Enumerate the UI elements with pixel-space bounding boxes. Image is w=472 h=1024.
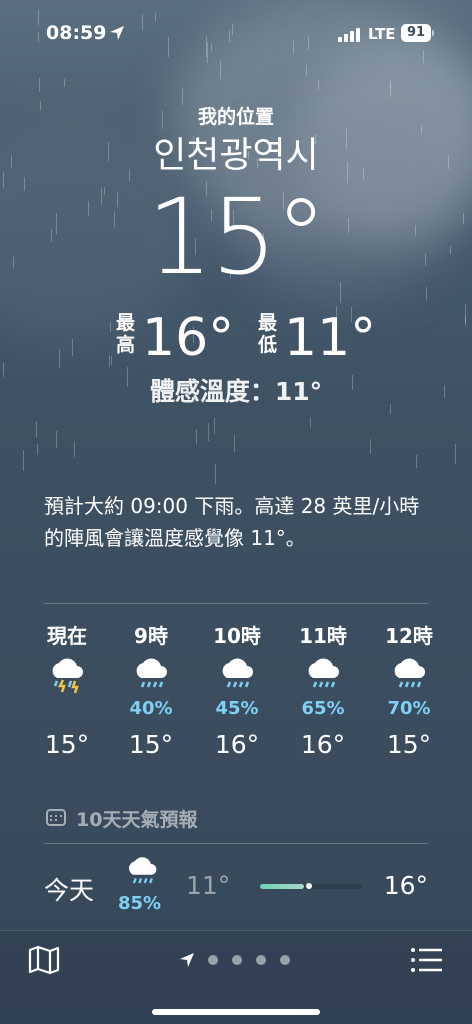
location-label: 我的位置 — [197, 106, 274, 128]
calendar-icon — [46, 809, 66, 826]
thunderstorm-rain-icon — [32, 654, 102, 698]
rain-cloud-icon — [202, 654, 272, 698]
rain-streak — [36, 421, 37, 437]
rain-streak — [56, 431, 57, 448]
day-high: 16° — [383, 871, 428, 900]
current-temperature: 15° — [146, 176, 327, 298]
signal-icon — [338, 28, 360, 42]
rain-streak — [416, 455, 417, 468]
rain-cloud-icon — [288, 654, 358, 698]
network-type: LTE — [368, 25, 396, 43]
status-bar: 08:59 LTE 91 — [0, 0, 472, 62]
temperature-range-fill — [260, 884, 304, 889]
low-value: 11° — [284, 308, 377, 368]
page-dot — [232, 955, 242, 965]
low-label: 最低 — [258, 312, 278, 356]
hour-label: 現在 — [47, 624, 87, 648]
rain-streak — [234, 435, 235, 452]
hour-item: 9時 40% 15° — [116, 620, 186, 759]
high-label: 最高 — [116, 312, 136, 356]
hour-pop: 45% — [215, 698, 259, 719]
high-value: 16° — [142, 308, 235, 368]
rain-streak — [390, 85, 391, 97]
home-indicator — [152, 1009, 320, 1015]
hour-label: 11時 — [299, 624, 347, 648]
hour-label: 9時 — [134, 624, 168, 648]
status-time: 08:59 — [46, 22, 107, 44]
hour-item: 10時 45% 16° — [202, 620, 272, 759]
rain-streak — [310, 417, 311, 428]
map-icon[interactable] — [26, 945, 62, 975]
hour-temp: 16° — [300, 730, 346, 759]
feels-like: 體感溫度：11° — [149, 377, 323, 406]
battery-tip — [432, 30, 434, 36]
rain-streak — [74, 441, 75, 457]
hour-pop: 40% — [129, 698, 173, 719]
hour-pop: 65% — [301, 698, 345, 719]
hourly-summary: 預計大約 09:00 下雨。高達 28 英里/小時的陣風會讓溫度感覺像 11°。 — [44, 494, 420, 550]
rain-streak — [23, 450, 24, 471]
bottom-toolbar — [0, 930, 472, 1024]
city-name: 인천광역시 — [153, 135, 319, 176]
rain-cloud-icon — [116, 654, 186, 698]
hour-temp: 15° — [44, 730, 90, 759]
page-dot — [256, 955, 266, 965]
current-temp-dot — [306, 883, 312, 889]
page-dot — [280, 955, 290, 965]
rain-streak — [64, 79, 65, 87]
location-arrow-icon — [180, 953, 194, 967]
hour-pop — [32, 698, 102, 720]
hour-temp: 16° — [214, 730, 260, 759]
hour-pop: 70% — [387, 698, 431, 719]
location-arrow-icon — [110, 26, 124, 40]
day-row-today[interactable]: 今天 85% 11° 16° — [44, 855, 428, 925]
hour-item: 11時 65% 16° — [288, 620, 358, 759]
hour-temp: 15° — [386, 730, 432, 759]
rain-cloud-icon — [129, 857, 157, 884]
day-name: 今天 — [44, 876, 95, 905]
day-low: 11° — [186, 871, 231, 900]
rain-streak — [39, 78, 40, 92]
page-dot — [208, 955, 218, 965]
ten-day-divider — [44, 843, 428, 844]
rain-streak — [208, 423, 209, 441]
rain-streak — [214, 418, 215, 434]
battery-level: 91 — [406, 25, 426, 40]
battery-icon: 91 — [401, 24, 431, 42]
high-low: 最高 16° 最低 11° — [0, 308, 472, 368]
ten-day-title: 10天天氣預報 — [76, 809, 198, 831]
hour-item: 現在 15° — [32, 620, 102, 759]
rain-streak — [455, 444, 456, 464]
rain-streak — [37, 444, 38, 455]
rain-streak — [370, 439, 371, 454]
rain-cloud-icon — [374, 654, 444, 698]
rain-streak — [318, 80, 319, 90]
list-icon[interactable] — [408, 945, 444, 975]
rain-streak — [220, 60, 221, 79]
rain-streak — [390, 80, 391, 88]
hourly-divider — [44, 603, 428, 604]
hour-label: 12時 — [385, 624, 433, 648]
rain-streak — [215, 464, 216, 484]
day-pop: 85% — [118, 893, 162, 914]
rain-streak — [196, 429, 197, 444]
hour-item: 12時 70% 15° — [374, 620, 444, 759]
rain-streak — [306, 65, 307, 76]
page-indicator[interactable] — [178, 949, 298, 969]
temperature-range-bar — [260, 883, 362, 889]
hour-label: 10時 — [213, 624, 261, 648]
hour-temp: 15° — [128, 730, 174, 759]
